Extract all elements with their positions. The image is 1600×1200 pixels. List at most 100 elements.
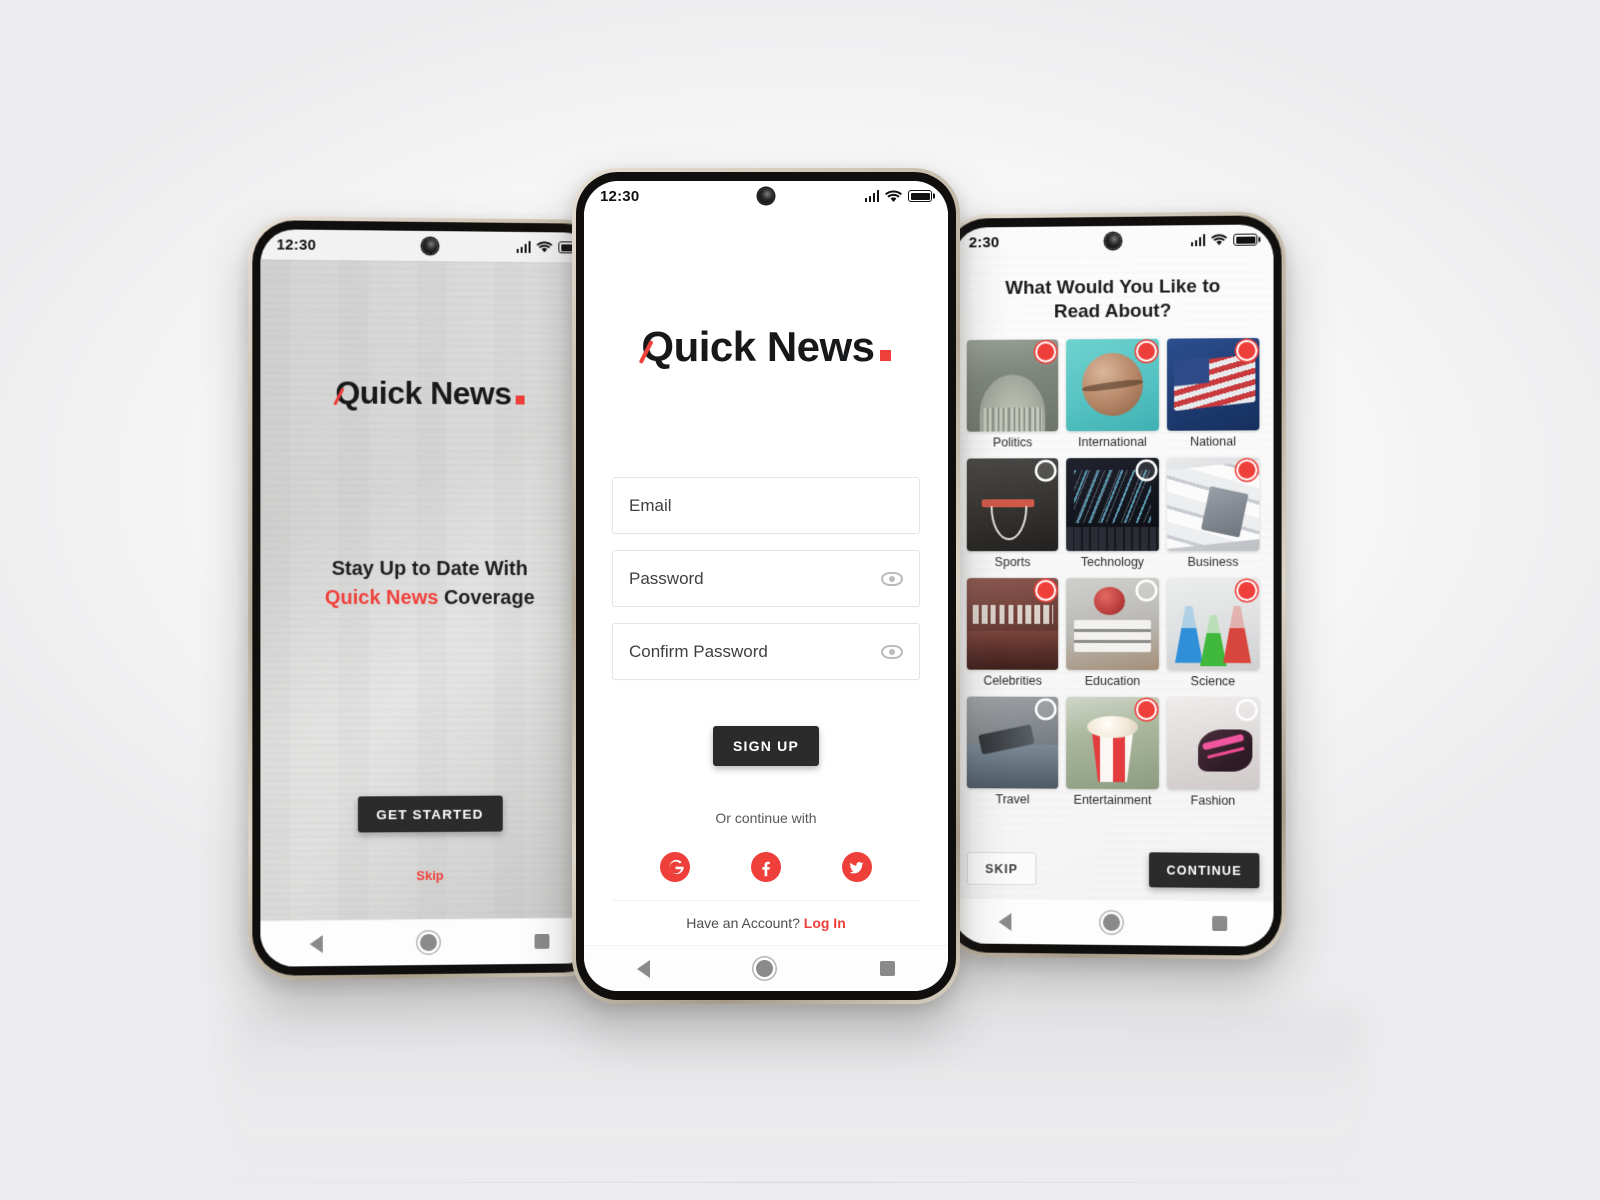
back-triangle-icon[interactable] (309, 934, 323, 953)
category-cell-travel[interactable]: Travel (966, 696, 1059, 807)
brand-logo: Quick News (332, 374, 525, 412)
wifi-icon (1211, 234, 1228, 246)
android-nav-bar (260, 917, 598, 967)
category-cell-education[interactable]: Education (1066, 577, 1159, 689)
category-selected-indicator[interactable] (1037, 581, 1055, 599)
tagline-tail: Coverage (438, 587, 535, 609)
category-label: Politics (992, 435, 1033, 450)
recents-square-icon[interactable] (1212, 915, 1228, 932)
tagline-line-2: Quick News Coverage (325, 584, 535, 613)
password-field[interactable]: Password (612, 550, 920, 607)
category-cell-international[interactable]: International (1066, 338, 1159, 450)
category-thumbnail-fashion (1166, 697, 1260, 791)
front-camera-punchhole-icon (1104, 232, 1121, 250)
home-circle-icon[interactable] (756, 960, 774, 977)
social-login-row (612, 852, 920, 882)
twitter-icon[interactable] (841, 852, 872, 882)
facebook-icon[interactable] (750, 852, 781, 882)
category-cell-fashion[interactable]: Fashion (1166, 697, 1260, 809)
recents-square-icon[interactable] (879, 961, 895, 976)
flask-middle-shape (1200, 615, 1227, 667)
category-thumbnail-celebrities (966, 577, 1059, 670)
category-cell-technology[interactable]: Technology (1066, 458, 1159, 569)
categories-title-line-2: Read About? (1053, 300, 1172, 322)
google-icon[interactable] (660, 852, 691, 882)
category-label: Education (1084, 674, 1141, 689)
account-prompt-row: Have an Account? Log In (612, 900, 920, 931)
log-in-link[interactable]: Log In (804, 915, 846, 931)
category-label: Science (1190, 674, 1236, 689)
category-cell-politics[interactable]: Politics (966, 339, 1059, 450)
skip-link[interactable]: Skip (416, 868, 443, 883)
category-thumbnail-national (1166, 338, 1260, 432)
toggle-password-visibility-eye-icon[interactable] (881, 571, 903, 586)
signal-bars-icon (864, 190, 879, 202)
categories-skip-button[interactable]: SKIP (966, 851, 1037, 886)
home-circle-icon[interactable] (1103, 913, 1120, 932)
category-thumbnail-travel (966, 696, 1059, 790)
onboarding-screen: 12:30 Quick News Stay Up to Date With Qu… (260, 229, 598, 967)
status-icons (864, 189, 932, 203)
confirm-password-field[interactable]: Confirm Password (612, 623, 920, 680)
phone-bezel: 2:30 What Would You Like to Read About? … (945, 215, 1282, 956)
recents-square-icon[interactable] (534, 933, 550, 949)
email-field-placeholder: Email (629, 495, 672, 515)
categories-content: What Would You Like to Read About? Polit… (952, 254, 1274, 901)
category-cell-sports[interactable]: Sports (966, 458, 1059, 569)
category-cell-science[interactable]: Science (1166, 577, 1260, 689)
signup-form: Email Password Confirm Password (612, 477, 920, 680)
category-unselected-indicator[interactable] (1037, 462, 1055, 480)
toggle-password-visibility-eye-icon[interactable] (881, 644, 903, 659)
email-field[interactable]: Email (612, 477, 920, 534)
category-cell-national[interactable]: National (1166, 338, 1260, 450)
android-nav-bar (584, 945, 948, 991)
category-unselected-indicator[interactable] (1137, 581, 1155, 599)
tagline-line-1: Stay Up to Date With (331, 557, 528, 581)
logo-q-letter: Q (332, 374, 360, 411)
category-selected-indicator[interactable] (1238, 461, 1256, 480)
categories-continue-button[interactable]: CONTINUE (1148, 852, 1260, 889)
category-unselected-indicator[interactable] (1137, 462, 1155, 480)
back-triangle-icon[interactable] (998, 912, 1012, 931)
category-cell-celebrities[interactable]: Celebrities (966, 577, 1059, 688)
phone-bezel: 12:30 Quick News (252, 220, 606, 976)
category-selected-indicator[interactable] (1137, 701, 1155, 719)
category-label: Fashion (1190, 793, 1236, 809)
home-circle-icon[interactable] (420, 933, 438, 952)
get-started-button[interactable]: GET STARTED (357, 795, 503, 833)
brand-logo: Quick News (638, 323, 891, 371)
categories-title: What Would You Like to Read About? (967, 275, 1260, 325)
category-thumbnail-science (1166, 577, 1260, 671)
sign-up-button[interactable]: SIGN UP (713, 726, 819, 766)
category-thumbnail-sports (966, 458, 1059, 551)
category-selected-indicator[interactable] (1137, 342, 1155, 360)
logo-q-letter: Q (638, 323, 674, 371)
status-time: 2:30 (968, 233, 1000, 251)
account-prompt-text: Have an Account? (686, 915, 804, 931)
category-thumbnail-entertainment (1066, 696, 1159, 790)
category-cell-business[interactable]: Business (1166, 457, 1260, 569)
category-selected-indicator[interactable] (1037, 343, 1055, 361)
phone-onboarding: 12:30 Quick News Stay Up to Date With Qu… (248, 215, 610, 981)
signup-screen: 12:30 Quick News Email Password Confirm … (584, 181, 948, 991)
category-selected-indicator[interactable] (1238, 342, 1256, 360)
category-selected-indicator[interactable] (1238, 581, 1256, 599)
logo-accent-dot (515, 395, 525, 405)
back-triangle-icon[interactable] (637, 959, 651, 978)
category-cell-entertainment[interactable]: Entertainment (1066, 696, 1159, 808)
status-bar: 2:30 (953, 224, 1274, 257)
front-camera-punchhole-icon (758, 188, 774, 204)
signal-bars-icon (1190, 234, 1206, 247)
tagline-brand-accent: Quick News (324, 586, 439, 610)
status-icons (1190, 233, 1258, 247)
category-unselected-indicator[interactable] (1238, 701, 1256, 719)
password-field-placeholder: Password (629, 568, 704, 588)
category-label: Technology (1080, 554, 1145, 569)
category-unselected-indicator[interactable] (1037, 700, 1055, 718)
category-label: National (1189, 434, 1237, 450)
phone-categories: 2:30 What Would You Like to Read About? … (941, 211, 1286, 960)
wifi-icon (885, 189, 902, 202)
category-thumbnail-technology (1066, 458, 1159, 551)
wifi-icon (536, 241, 553, 253)
categories-actions: SKIP CONTINUE (966, 851, 1260, 889)
